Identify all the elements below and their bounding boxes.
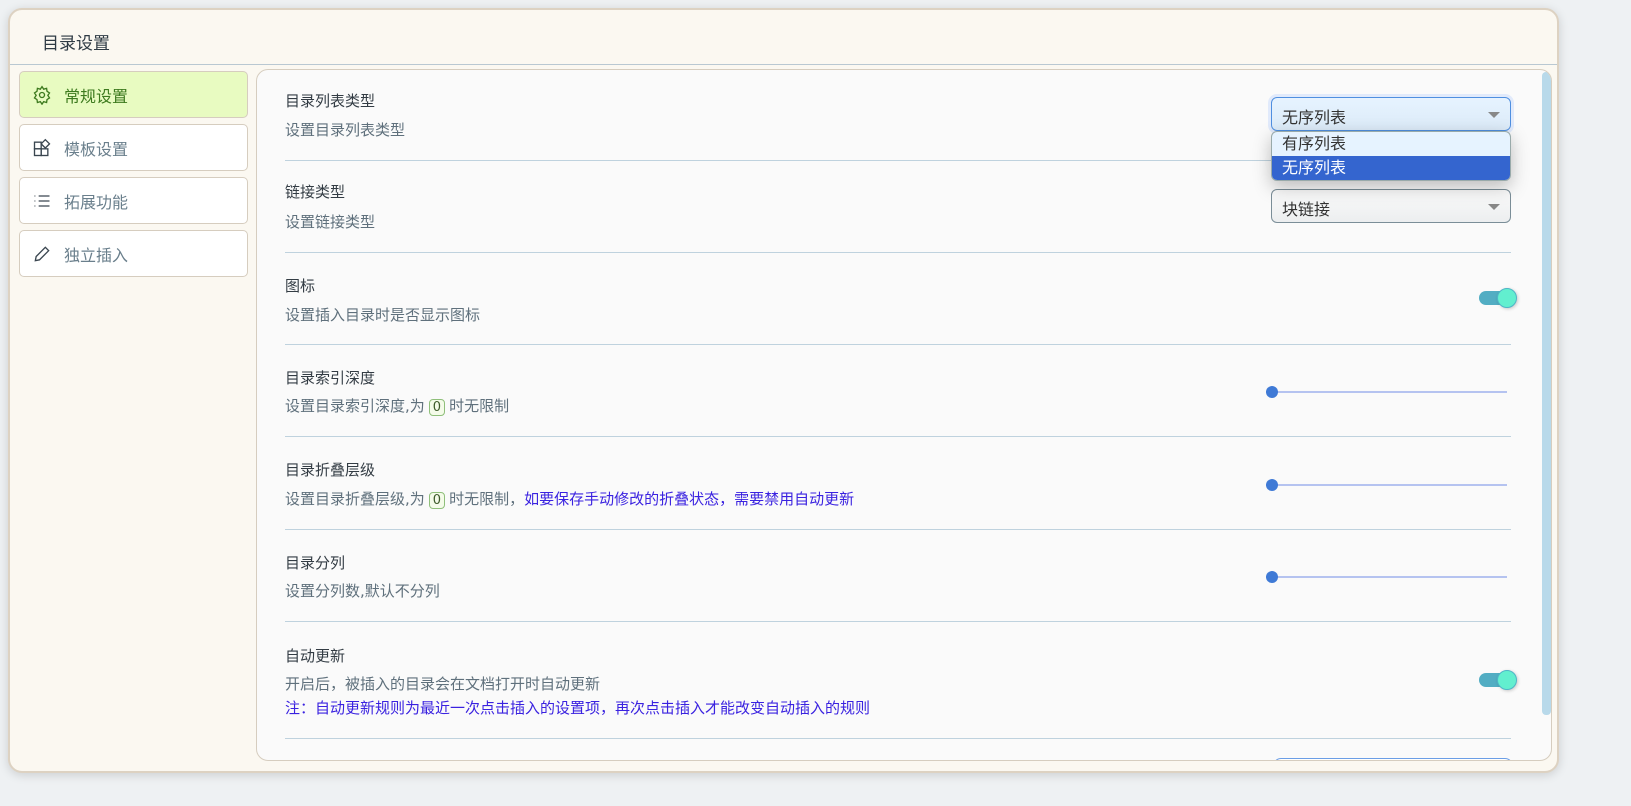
sidebar-item-general[interactable]: 常规设置 <box>19 71 248 118</box>
setting-title: 目录索引深度 <box>285 369 376 387</box>
setting-desc: 开启后，被插入的目录会在文档打开时自动更新 <box>285 675 601 693</box>
settings-panel: 目录列表类型 设置目录列表类型 无序列表 有序列表 无序列表 链接类型 设置链接… <box>256 69 1552 761</box>
partial-button[interactable] <box>1273 758 1513 760</box>
sidebar-item-extensions[interactable]: 拓展功能 <box>19 177 248 224</box>
sidebar-item-label: 模板设置 <box>64 139 129 159</box>
setting-title: 目录分列 <box>285 554 346 572</box>
depth-slider[interactable] <box>1266 385 1507 399</box>
columns-slider[interactable] <box>1266 570 1507 584</box>
setting-desc: 设置分列数,默认不分列 <box>285 582 440 600</box>
setting-title: 目录折叠层级 <box>285 461 376 479</box>
setting-title: 链接类型 <box>285 183 346 201</box>
sidebar-item-label: 独立插入 <box>64 245 129 265</box>
sidebar-item-label: 常规设置 <box>64 86 129 106</box>
fold-level-slider[interactable] <box>1266 478 1507 492</box>
divider <box>285 529 1511 530</box>
sidebar-item-standalone-insert[interactable]: 独立插入 <box>19 230 248 277</box>
setting-note: 注：自动更新规则为最近一次点击插入的设置项，再次点击插入才能改变自动插入的规则 <box>285 699 871 717</box>
list-type-select[interactable]: 无序列表 <box>1271 97 1511 131</box>
setting-desc: 设置目录列表类型 <box>285 121 406 139</box>
sidebar-item-template[interactable]: 模板设置 <box>19 124 248 171</box>
list-type-options: 有序列表 无序列表 <box>1271 131 1511 181</box>
setting-desc: 设置目录索引深度,为 0 时无限制 <box>285 397 510 416</box>
setting-desc: 设置链接类型 <box>285 213 376 231</box>
divider <box>285 344 1511 345</box>
link-type-select[interactable]: 块链接 <box>1271 189 1511 223</box>
auto-update-toggle[interactable] <box>1479 670 1517 690</box>
divider <box>285 436 1511 437</box>
divider <box>285 252 1511 253</box>
setting-desc: 设置插入目录时是否显示图标 <box>285 306 481 324</box>
gear-icon <box>33 84 51 105</box>
icon-toggle[interactable] <box>1479 288 1517 308</box>
pencil-icon <box>34 245 50 262</box>
dialog-header: 目录设置 <box>10 10 1557 65</box>
scrollbar[interactable] <box>1542 72 1551 715</box>
setting-desc: 设置目录折叠层级,为 0 时无限制，如要保存手动修改的折叠状态，需要禁用自动更新 <box>285 490 855 509</box>
setting-title: 图标 <box>285 277 316 295</box>
divider <box>285 738 1511 739</box>
settings-dialog: 目录设置 常规设置 模板设置 拓展功能 独立插入 目录列表类型 设置目录列表类型… <box>8 8 1559 773</box>
template-icon <box>33 138 51 156</box>
dialog-title: 目录设置 <box>42 34 110 54</box>
option-unordered-list[interactable]: 无序列表 <box>1272 156 1510 180</box>
list-icon <box>34 194 50 207</box>
divider <box>285 621 1511 622</box>
setting-title: 目录列表类型 <box>285 92 376 110</box>
sidebar-item-label: 拓展功能 <box>64 192 129 212</box>
setting-title: 自动更新 <box>285 647 346 665</box>
option-ordered-list[interactable]: 有序列表 <box>1272 132 1510 156</box>
